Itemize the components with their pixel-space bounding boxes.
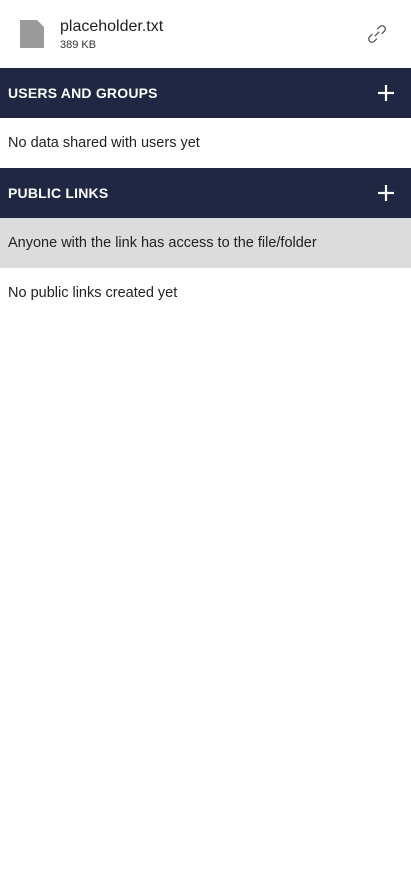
public-links-info: Anyone with the link has access to the f…: [0, 218, 411, 268]
public-links-title: PUBLIC LINKS: [8, 185, 109, 201]
plus-icon: [378, 185, 394, 201]
file-meta: placeholder.txt 389 KB: [60, 17, 163, 52]
public-links-empty-message: No public links created yet: [8, 285, 178, 301]
file-size: 389 KB: [60, 38, 97, 51]
plus-icon: [378, 85, 394, 101]
users-and-groups-header: USERS AND GROUPS: [0, 68, 411, 118]
link-icon: [368, 25, 386, 43]
file-name: placeholder.txt: [60, 17, 164, 35]
file-header: placeholder.txt 389 KB: [0, 0, 411, 68]
users-and-groups-title: USERS AND GROUPS: [8, 85, 158, 101]
public-links-header: PUBLIC LINKS: [0, 168, 411, 218]
add-user-button[interactable]: [375, 82, 397, 104]
add-public-link-button[interactable]: [375, 182, 397, 204]
copy-link-button[interactable]: [365, 22, 389, 46]
file-icon: [20, 20, 44, 48]
users-empty-message: No data shared with users yet: [8, 135, 200, 151]
